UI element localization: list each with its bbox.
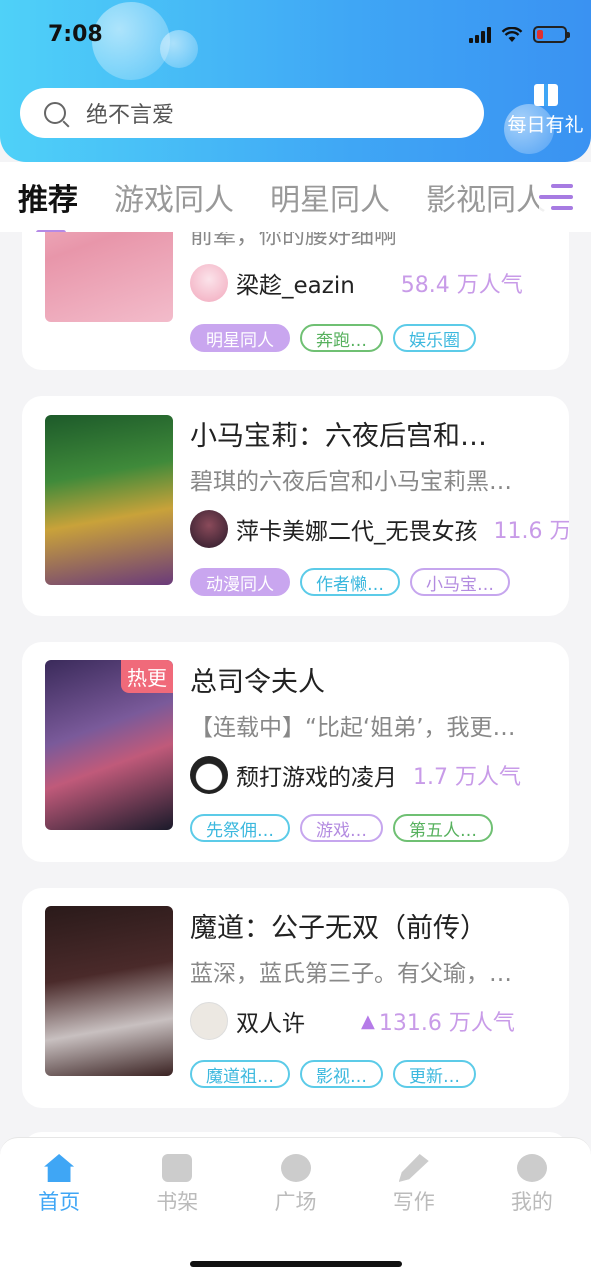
signal-icon [469,26,491,43]
author-name: 颓打游戏的凌月 [236,765,397,791]
book-desc: 前辈，你的腰好细啊 [190,232,397,249]
gift-icon [533,84,558,106]
book-feed[interactable]: 前辈，你的腰好细啊 梁趁_eazin 58.4 万人气 明星同人 奔跑… 娱乐圈… [0,232,591,1137]
search-bar[interactable]: 绝不言爱 [20,88,484,138]
author-name: 梁趁_eazin [236,273,355,299]
planet-icon [280,1154,311,1182]
book-card[interactable]: 魔道：公子无双（前传） 蓝深，蓝氏第三子。有父瑜，… 双人许 ▲ 131.6 万… [22,888,569,1108]
tag[interactable]: 影视… [300,1060,383,1088]
nav-bookshelf[interactable]: 书架 [118,1138,236,1229]
book-desc: 蓝深，蓝氏第三子。有父瑜，… [190,961,512,987]
tag[interactable]: 先祭佣… [190,814,290,842]
book-title: 总司令夫人 [190,667,325,698]
daily-gift-label: 每日有礼 [507,114,584,136]
book-cover: 热更 [45,660,173,830]
chat-icon [516,1154,547,1182]
popularity: 131.6 万人气 [378,1011,515,1036]
avatar [190,510,228,548]
tag[interactable]: 小马宝… [410,568,510,596]
book-card[interactable]: 热更 总司令夫人 【连载中】“比起‘姐弟’，我更… 颓打游戏的凌月 1.7 万人… [22,642,569,862]
book-cover [45,232,173,322]
book-card[interactable]: 小马宝莉：六夜后宫和… 碧琪的六夜后宫和小马宝莉黑… 萍卡美娜二代_无畏女孩 1… [22,396,569,616]
book-tags: 魔道祖… 影视… 更新… [190,1060,476,1088]
book-author[interactable]: 萍卡美娜二代_无畏女孩 11.6 万人 [190,510,569,548]
tab-celebrity-fanfic[interactable]: 明星同人 [270,175,390,219]
wifi-icon [501,26,523,42]
home-indicator-area [0,1229,591,1280]
bottom-nav: 首页 书架 广场 写作 我的 [0,1137,591,1229]
book-card[interactable]: 前辈，你的腰好细啊 梁趁_eazin 58.4 万人气 明星同人 奔跑… 娱乐圈 [22,232,569,370]
search-input[interactable]: 绝不言爱 [86,97,174,129]
nav-square[interactable]: 广场 [236,1138,354,1229]
avatar [190,1002,228,1040]
tab-recommend[interactable]: 推荐 [18,175,78,232]
category-tabs: 推荐 游戏同人 明星同人 影视同人 [0,162,591,232]
nav-label: 写作 [392,1190,435,1214]
popularity: 58.4 万人气 [400,273,523,298]
book-author[interactable]: 梁趁_eazin 58.4 万人气 [190,264,569,302]
tag[interactable]: 奔跑… [300,324,383,352]
popularity: 1.7 万人气 [413,765,521,790]
book-tags: 先祭佣… 游戏… 第五人… [190,814,493,842]
book-title: 小马宝莉：六夜后宫和… [190,421,487,452]
bubble-decoration [92,2,170,80]
tag[interactable]: 娱乐圈 [393,324,476,352]
home-icon [44,1154,75,1182]
category-menu-icon[interactable] [539,180,573,214]
tab-film-fanfic[interactable]: 影视同人 [426,175,546,219]
nav-label: 书架 [156,1190,199,1214]
book-tags: 动漫同人 作者懒… 小马宝… [190,568,510,596]
avatar [190,756,228,794]
tag[interactable]: 明星同人 [190,324,290,352]
author-name: 双人许 [236,1011,305,1037]
status-icons [469,26,570,43]
tag[interactable]: 第五人… [393,814,493,842]
flame-icon: ▲ [361,1010,375,1032]
tag[interactable]: 魔道祖… [190,1060,290,1088]
book-cover [45,906,173,1076]
book-author[interactable]: 颓打游戏的凌月 1.7 万人气 [190,756,569,794]
book-title: 魔道：公子无双（前传） [190,913,487,944]
nav-write[interactable]: 写作 [355,1138,473,1229]
nav-label: 我的 [510,1190,553,1214]
battery-icon [533,26,570,43]
home-indicator[interactable] [190,1261,402,1267]
tag[interactable]: 游戏… [300,814,383,842]
book-desc: 碧琪的六夜后宫和小马宝莉黑… [190,469,512,495]
nav-label: 首页 [38,1190,81,1214]
book-desc: 【连载中】“比起‘姐弟’，我更… [190,715,516,741]
tag[interactable]: 更新… [393,1060,476,1088]
status-time: 7:08 [48,22,103,47]
bookshelf-icon [162,1154,193,1182]
book-tags: 明星同人 奔跑… 娱乐圈 [190,324,476,352]
daily-gift-button[interactable]: 每日有礼 [500,84,591,137]
avatar [190,264,228,302]
book-author[interactable]: 双人许 ▲ 131.6 万人气 [190,1002,569,1040]
nav-mine[interactable]: 我的 [473,1138,591,1229]
popularity: 11.6 万人 [493,519,570,544]
tag[interactable]: 作者懒… [300,568,400,596]
hot-badge: 热更 [121,660,173,693]
nav-label: 广场 [274,1190,317,1214]
tag[interactable]: 动漫同人 [190,568,290,596]
bubble-decoration [160,30,198,68]
search-icon [44,102,66,124]
tab-game-fanfic[interactable]: 游戏同人 [114,175,234,219]
nav-home[interactable]: 首页 [0,1138,118,1229]
author-name: 萍卡美娜二代_无畏女孩 [236,519,478,545]
pen-icon [398,1154,429,1182]
book-cover [45,415,173,585]
header: 7:08 绝不言爱 每日有礼 [0,0,591,162]
